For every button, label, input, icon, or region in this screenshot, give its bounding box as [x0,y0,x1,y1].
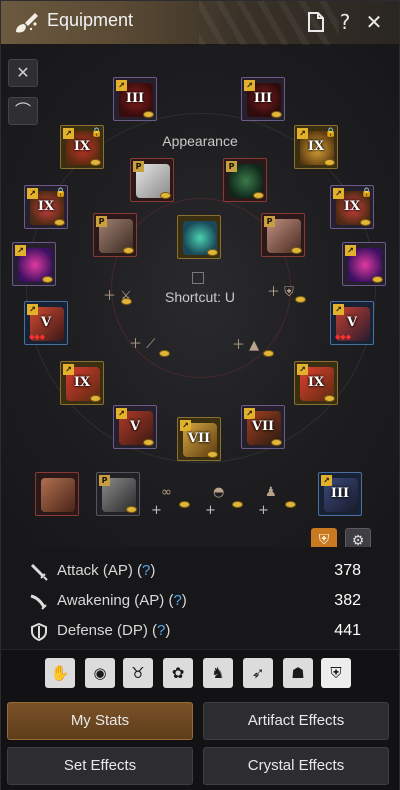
equip-slot-main-weapon[interactable]: ↗ V ◆◆◆ [24,301,68,345]
stat-attack-paren: ) [150,562,156,579]
equip-slot-lifeskill-tool[interactable]: P [96,472,140,516]
equip-slot-book[interactable] [35,472,79,516]
glasses-glyph[interactable]: ∞ [161,485,172,500]
appearance-slot-gloves[interactable]: P [93,213,137,257]
equip-slot-earring-right[interactable]: ↗ [342,242,386,286]
equip-slot-armor[interactable]: ↗ III [241,77,285,121]
set-effects-button[interactable]: Set Effects [7,747,193,785]
equipment-brush-icon [16,13,38,33]
stat-defense-label: Defense (DP) ( [57,622,158,639]
artifact-effects-button[interactable]: Artifact Effects [203,702,389,740]
paw-icon[interactable]: ✿ [163,658,193,688]
stat-awakening-label: Awakening (AP) ( [57,592,174,609]
coin-icon [121,298,132,305]
crystal-effects-button[interactable]: Crystal Effects [203,747,389,785]
appearance-lifeskill-glyph[interactable]: ＋ ⟋ [129,333,155,352]
equipment-panel: ✕ ⌒ Appearance Shortcut: U ↗ III ↗ III ↗ 🔒 I… [1,45,399,547]
shield-icon[interactable]: ⛨ [321,658,351,688]
stat-defense-value: 441 [334,622,361,639]
hand-grab-icon[interactable]: ✋ [45,658,75,688]
coin-icon [159,350,170,357]
equip-slot-gloves[interactable]: ↗ V [113,405,157,449]
crossed-swords-icon[interactable]: ✕ [8,59,38,87]
equip-slot-ring-left[interactable]: ↗ 🔒 IX [24,185,68,229]
equip-slot-earring-left[interactable]: ↗ [12,242,56,286]
stat-attack: Attack (AP) (?) 378 [1,559,399,585]
equip-slot-necklace[interactable]: ↗ 🔒 IX [60,125,104,169]
bottom-panel: ✋ ◉ ♉ ✿ ♞ ➶ ☗ ⛨ My Stats Artifact Effect… [1,649,399,790]
underwear-glyph[interactable]: ♟ [265,485,277,500]
coin-icon [232,501,243,508]
window-title: Equipment [47,10,134,30]
appearance-slot-shoes[interactable]: P [261,213,305,257]
appearance-shield-glyph[interactable]: ＋ ⛨ [267,281,294,300]
close-icon[interactable]: ✕ [361,9,387,35]
stat-awakening-help[interactable]: ? [173,592,181,609]
equip-slot-sub-weapon[interactable]: ↗ IX [60,361,104,405]
empty-slot-marker [192,272,204,284]
running-figure-icon[interactable]: ➶ [243,658,273,688]
add-icon: + [205,503,216,518]
appearance-slot-helmet[interactable]: P [130,158,174,202]
title-bar[interactable]: Equipment ? ✕ [1,1,399,45]
horns-icon[interactable]: ♉ [123,658,153,688]
mask-icon[interactable]: ◉ [85,658,115,688]
equip-slot-sheath[interactable]: ↗ III [318,472,362,516]
stat-defense: Defense (DP) (?) 441 [1,619,399,645]
equip-slot-belt[interactable]: ↗ 🔒 IX [294,125,338,169]
stat-awakening-paren: ) [181,592,187,609]
pet-shield-button[interactable]: ⛨ [311,528,337,547]
stat-attack-value: 378 [334,562,361,579]
add-icon: + [151,503,162,518]
stat-attack-label: Attack (AP) ( [57,562,143,579]
equip-slot-shoes[interactable]: ↗ VII [177,417,221,461]
equip-slot-awakening-weapon[interactable]: ↗ V ◆◆◆ [330,301,374,345]
blade-icon [30,594,47,610]
coin-icon [295,296,306,303]
person-icon[interactable]: ☗ [283,658,313,688]
sickle-icon[interactable]: ⌒ [8,97,38,125]
mouth-glyph[interactable]: ◓ [213,485,224,500]
equip-slot-alchemy-stone[interactable] [177,215,221,259]
equip-slot-offhand[interactable]: ↗ IX [294,361,338,405]
coin-icon [285,501,296,508]
knight-head-icon[interactable]: ♞ [203,658,233,688]
sword-icon [30,563,48,581]
help-icon[interactable]: ? [332,9,358,35]
settings-gear-button[interactable]: ⚙ [345,528,371,547]
coin-icon [263,350,274,357]
equip-slot-ring-right[interactable]: ↗ 🔒 IX [330,185,374,229]
stats-panel: Attack (AP) (?) 378 Awakening (AP) (?) 3… [1,553,399,645]
stat-awakening-value: 382 [334,592,361,609]
stat-awakening: Awakening (AP) (?) 382 [1,589,399,615]
coin-icon [179,501,190,508]
equip-slot-helmet[interactable]: ↗ III [113,77,157,121]
add-icon: + [258,503,269,518]
appearance-costume-glyph[interactable]: ＋ ▲ [232,334,259,353]
appearance-slot-armor[interactable]: P [223,158,267,202]
shield-icon [31,622,47,642]
equip-slot-boots[interactable]: ↗ VII [241,405,285,449]
stat-defense-paren: ) [165,622,171,639]
my-stats-button[interactable]: My Stats [7,702,193,740]
equipment-window: Equipment ? ✕ ✕ ⌒ Appearance Shortcut: U… [0,0,400,790]
doc-icon[interactable] [303,9,329,35]
